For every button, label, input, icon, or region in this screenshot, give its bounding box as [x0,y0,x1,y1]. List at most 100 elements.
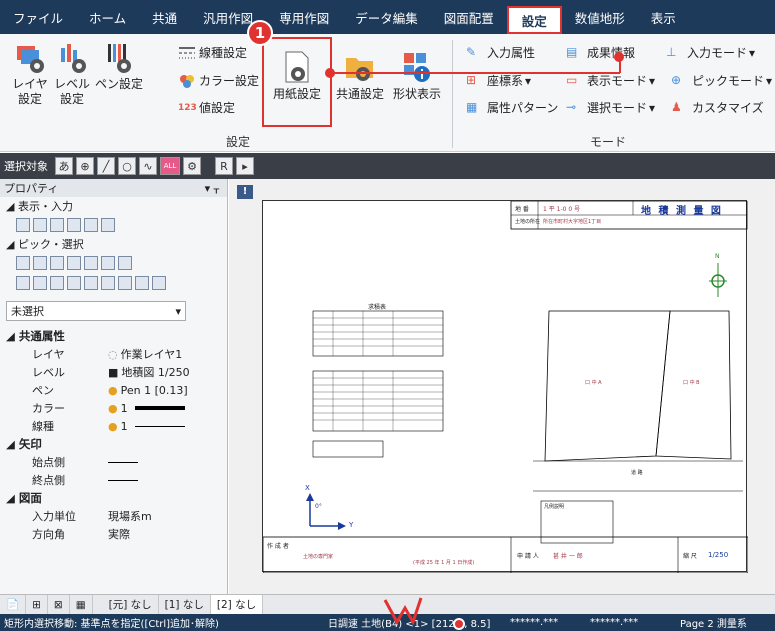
menu-special-draw[interactable]: 専用作図 [266,0,342,34]
tab-icon-add[interactable]: ⊞ [26,594,48,615]
tab-1[interactable]: [1] なし [159,594,211,615]
gear-icon[interactable]: ⚙ [183,157,201,175]
chiban-value: 1 平 1-0 0 号 [543,206,581,213]
menu-settings[interactable]: 設定 [506,6,562,34]
pick-near-icon[interactable] [84,256,98,270]
menu-common[interactable]: 共通 [139,0,190,34]
select-star-icon[interactable] [84,276,98,290]
attr-pattern-button[interactable]: ▦ 属性パターン [466,99,558,116]
drawing-header[interactable]: ◢ 図面 [0,489,227,507]
prop-row-level[interactable]: レベル ■ 地積図 1/250 [0,363,227,381]
tab-2[interactable]: [2] なし [210,594,264,615]
result-info-button[interactable]: ▤ 成果情報 [566,44,635,61]
tab-origin[interactable]: [元] なし [103,594,159,615]
menu-home[interactable]: ホーム [76,0,139,34]
menu-layout[interactable]: 図面配置 [431,0,507,34]
pen-tool-icon[interactable] [101,218,115,232]
display-mode-icon: ▭ [566,72,578,87]
select-arc-icon[interactable] [101,276,115,290]
prop-row-color[interactable]: カラー ● 1 [0,399,227,417]
select-box-icon[interactable] [118,276,132,290]
level-settings-button[interactable]: レベル 設定 [52,40,92,107]
arrow-label: 矢印 [18,437,42,451]
menu-data-edit[interactable]: データ編集 [342,0,431,34]
tab-icon-new[interactable]: 📄 [0,594,27,615]
prop-row-start[interactable]: 始点側 [0,453,227,471]
property-title-text: プロパティ [4,182,59,195]
info-icon[interactable]: ! [237,185,253,199]
selection-dropdown-value: 未選択 [11,305,44,318]
menu-view[interactable]: 表示 [638,0,689,34]
pick-select-section[interactable]: ◢ ピック・選択 [0,235,227,253]
layer-toggle-icon[interactable] [16,218,30,232]
select-raster-button[interactable]: R [215,157,233,175]
expand-arrow-button[interactable]: ▸ [236,157,254,175]
display-input-section[interactable]: ◢ 表示・入力 [0,197,227,215]
customize-button[interactable]: ♟ カスタマイズ [671,99,764,116]
pen-settings-button[interactable]: ペン設定 [92,40,146,92]
input-mode-button[interactable]: ⊥ 入力モード ▾ [666,44,755,61]
road-label: 道 路 [631,470,643,476]
pick-point-icon[interactable] [16,256,30,270]
common-attr-header[interactable]: ◢ 共通属性 [0,327,227,345]
pick-perp-icon[interactable] [101,256,115,270]
selection-dropdown[interactable]: 未選択 ▾ [6,301,186,321]
prop-key: 始点側 [32,456,65,469]
color-settings-button[interactable]: カラー設定 [178,72,259,89]
pick-select-icons [0,253,227,273]
tab-icon-grid[interactable]: ▦ [70,594,93,615]
select-point-button[interactable]: ⊕ [76,157,94,175]
pick-cross-icon[interactable] [67,256,81,270]
status-message: 矩形内選択移動: 基準点を指定([Ctrl]追加･解除) [4,619,219,630]
display-mode-button[interactable]: ▭ 表示モード ▾ [566,72,655,89]
line-sample [134,425,185,427]
coord-sys-button[interactable]: ⊞ 座標系 ▾ [466,72,531,89]
tab-icon-delete[interactable]: ⊠ [48,594,70,615]
applicant-label: 申 請 人 [517,553,539,560]
prop-row-end[interactable]: 終点側 [0,471,227,489]
prop-row-pen[interactable]: ペン ● Pen 1 [0.13] [0,381,227,399]
prop-key: レベル [32,366,65,379]
select-curve-button[interactable]: ∿ [139,157,157,175]
prop-row-unit[interactable]: 入力単位 現場系m [0,507,227,525]
customize-label: カスタマイズ [692,101,764,115]
layer-settings-button[interactable]: レイヤ 設定 [10,40,50,107]
select-person-icon[interactable] [152,276,166,290]
grid-icon[interactable] [33,218,47,232]
select-line-icon[interactable] [16,276,30,290]
select-mode-button[interactable]: ⊸ 選択モード ▾ [566,99,655,116]
prop-row-linetype[interactable]: 線種 ● 1 [0,417,227,435]
display-mode-label: 表示モード [587,74,648,88]
arrow-header[interactable]: ◢ 矢印 [0,435,227,453]
pick-end-icon[interactable] [33,256,47,270]
layer-icon [17,46,44,73]
snap-icon[interactable] [84,218,98,232]
shape-display-button[interactable]: 形状表示 [388,50,446,102]
pin-icon[interactable]: ▾ ᚁ [205,182,219,195]
pen-settings-label: ペン設定 [94,77,143,91]
select-circle-button[interactable]: ○ [118,157,136,175]
select-all-button[interactable]: ALL [160,157,180,175]
prop-row-direction[interactable]: 方向角 実際 [0,525,227,543]
pick-raster-icon[interactable] [118,256,132,270]
select-text-button[interactable]: あ [55,157,73,175]
common-settings-button[interactable]: 共通設定 [334,50,386,102]
pick-mode-button[interactable]: ⊕ ピックモード ▾ [671,72,772,89]
select-area-icon[interactable] [135,276,149,290]
attr-pattern-label: 属性パターン [487,101,559,115]
menu-file[interactable]: ファイル [0,0,76,34]
result-info-label: 成果情報 [587,46,636,60]
value-settings-button[interactable]: 123 値設定 [178,99,235,116]
select-line-button[interactable]: ╱ [97,157,115,175]
prop-row-layer[interactable]: レイヤ ◌ 作業レイヤ1 [0,345,227,363]
linetype-settings-button[interactable]: 線種設定 [178,44,247,61]
pick-mid-icon[interactable] [50,256,64,270]
select-node-icon[interactable] [67,276,81,290]
raster-icon[interactable] [50,218,64,232]
input-attr-button[interactable]: ✎ 入力属性 [466,44,535,61]
pick-mode-label: ピックモード [692,74,765,88]
select-rect-icon[interactable] [50,276,64,290]
level-toggle-icon[interactable] [67,218,81,232]
menu-terrain[interactable]: 数値地形 [562,0,638,34]
select-poly-icon[interactable] [33,276,47,290]
